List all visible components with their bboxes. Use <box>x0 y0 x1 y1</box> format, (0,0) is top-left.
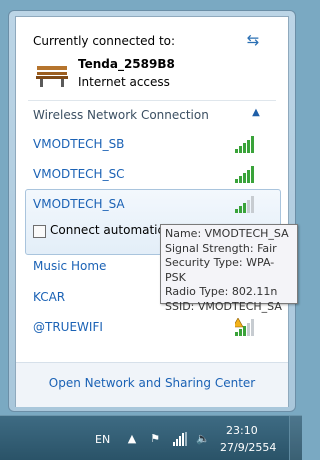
current-connection-title: Currently connected to: <box>33 34 176 48</box>
bench-icon <box>36 66 68 87</box>
collapse-chevron-icon[interactable]: ▲ <box>250 106 262 120</box>
section-divider <box>28 100 276 101</box>
network-icon[interactable] <box>172 432 188 446</box>
network-item-vmodtech-sb[interactable]: VMODTECH_SB <box>16 130 288 160</box>
tooltip-name: Name: VMODTECH_SA <box>165 227 289 240</box>
show-desktop-button[interactable] <box>289 416 302 460</box>
open-network-sharing-center-link[interactable]: Open Network and Sharing Center <box>16 376 288 390</box>
network-item-vmodtech-sc[interactable]: VMODTECH_SC <box>16 160 288 190</box>
network-name: KCAR <box>33 290 66 304</box>
taskbar: EN ▲ ⚑ 🔈 23:10 27/9/2554 <box>0 415 302 460</box>
wireless-section-title: Wireless Network Connection <box>33 108 209 122</box>
network-name: @TRUEWIFI <box>33 320 103 334</box>
network-item-vmodtech-sa[interactable]: VMODTECH_SA <box>16 190 288 220</box>
signal-strength-icon <box>235 196 254 213</box>
unsecured-signal-icon <box>235 318 254 336</box>
network-name: Music Home <box>33 259 107 273</box>
flyout-footer: Open Network and Sharing Center <box>16 362 288 407</box>
tooltip-signal-strength: Signal Strength: Fair <box>165 241 277 255</box>
network-item-truewifi[interactable]: @TRUEWIFI <box>16 313 288 343</box>
volume-icon[interactable]: 🔈 <box>195 432 211 446</box>
connected-network-name: Tenda_2589B8 <box>78 57 175 71</box>
up-arrow-icon[interactable]: ▲ <box>124 432 140 446</box>
connect-automatically-checkbox[interactable] <box>33 225 46 238</box>
tooltip-security-type: Security Type: WPA-PSK <box>165 256 275 284</box>
signal-strength-icon <box>235 166 254 183</box>
network-details-tooltip: Name: VMODTECH_SA Signal Strength: Fair … <box>160 224 298 313</box>
network-name: VMODTECH_SB <box>33 137 125 151</box>
signal-strength-icon <box>235 136 254 153</box>
network-name: VMODTECH_SA <box>33 197 125 211</box>
clock-date[interactable]: 27/9/2554 <box>220 441 276 454</box>
tooltip-ssid: SSID: VMODTECH_SA <box>165 299 282 313</box>
clock-time[interactable]: 23:10 <box>226 424 258 437</box>
connected-network-status: Internet access <box>78 75 170 89</box>
refresh-icon[interactable]: ⇆ <box>244 31 262 49</box>
language-indicator[interactable]: EN <box>95 433 110 446</box>
network-name: VMODTECH_SC <box>33 167 125 181</box>
flag-icon[interactable]: ⚑ <box>147 432 163 446</box>
tooltip-radio-type: Radio Type: 802.11n <box>165 285 278 298</box>
network-flyout-panel: Currently connected to: ⇆ Tenda_2589B8 I… <box>15 16 289 407</box>
